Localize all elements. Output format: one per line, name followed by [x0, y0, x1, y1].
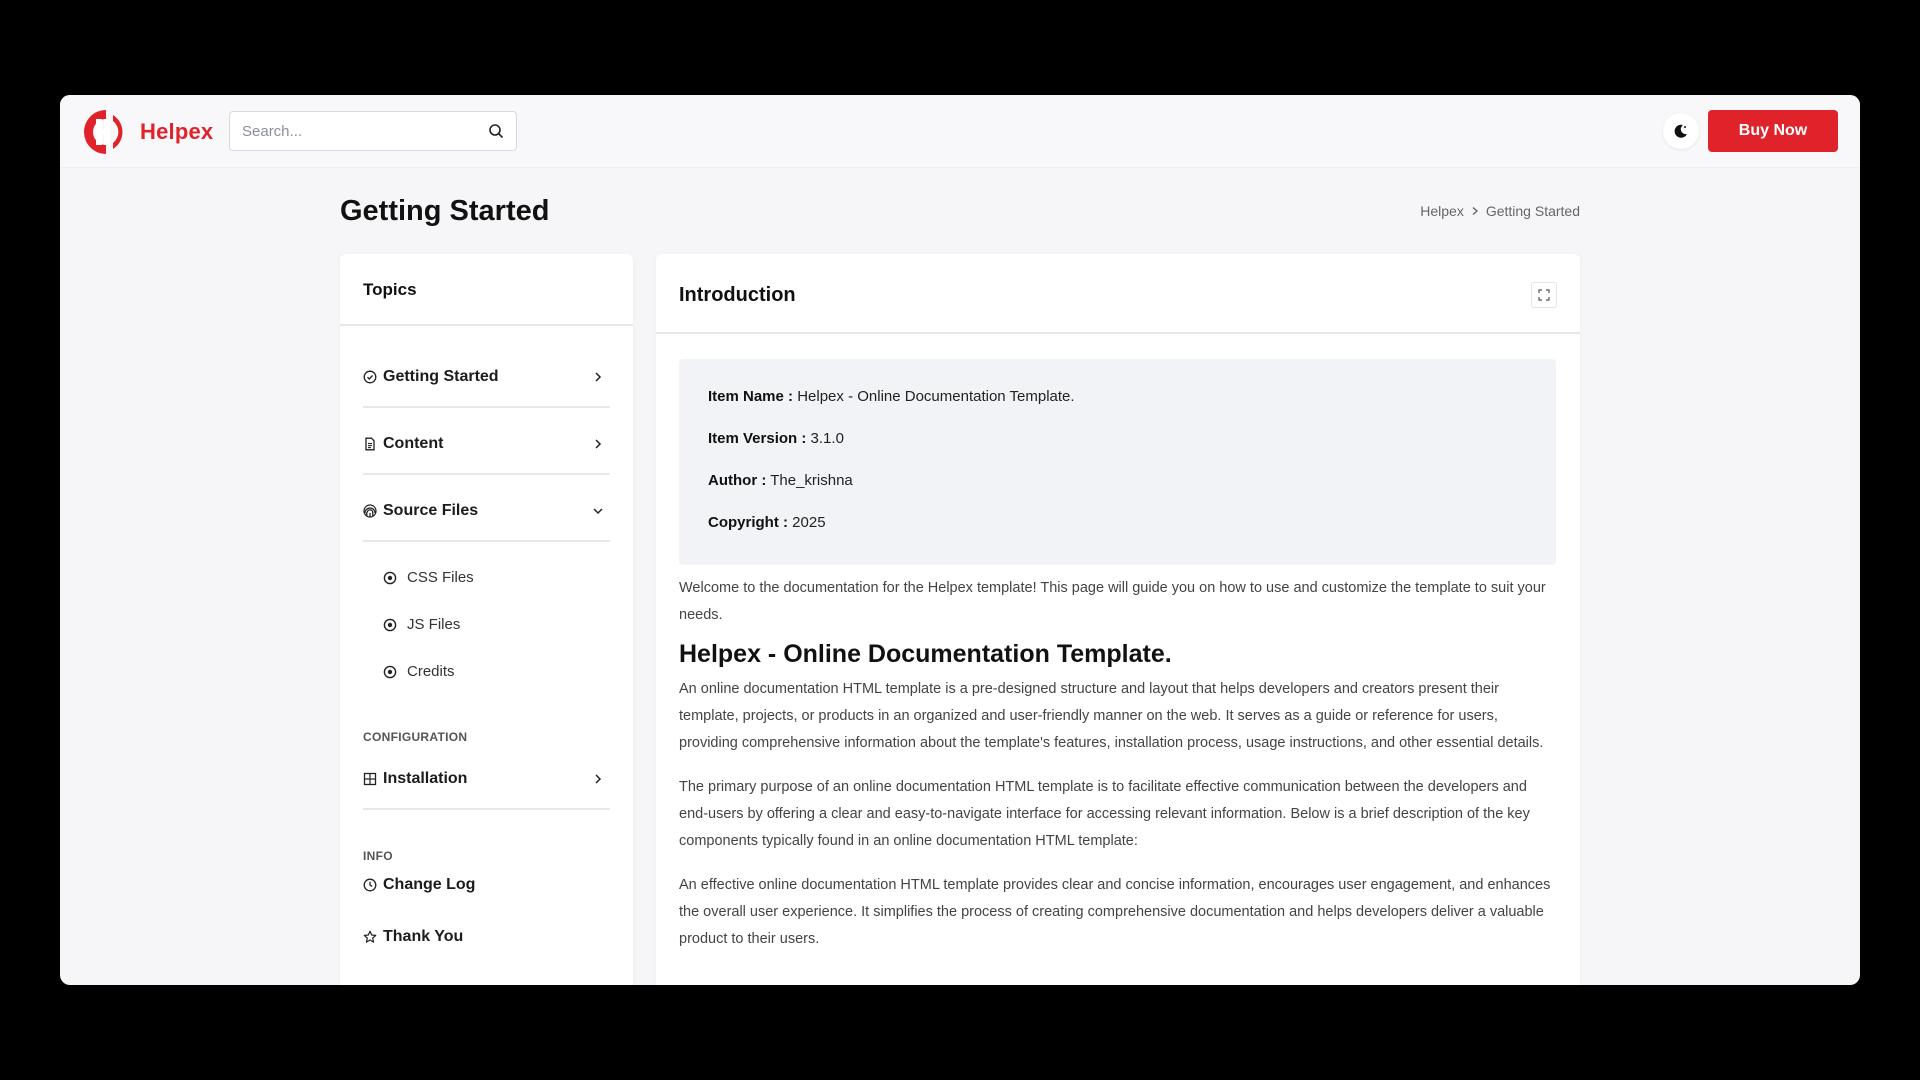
info-value: The_krishna	[770, 472, 853, 489]
info-value: Helpex - Online Documentation Template.	[797, 388, 1075, 405]
sidebar-item-label: Change Log	[383, 876, 476, 893]
info-label: Copyright :	[708, 514, 788, 531]
helpex-logo-icon	[84, 110, 123, 154]
sidebar-item-content[interactable]: Content	[363, 415, 610, 475]
info-item-version: Item Version : 3.1.0	[708, 430, 1527, 472]
radio-dot-icon	[383, 665, 397, 678]
star-icon	[363, 930, 377, 943]
page-title: Getting Started	[340, 195, 550, 227]
buy-now-button[interactable]: Buy Now	[1708, 110, 1838, 152]
info-author: Author : The_krishna	[708, 472, 1527, 514]
item-info-box: Item Name : Helpex - Online Documentatio…	[679, 359, 1556, 565]
chevron-right-icon	[595, 439, 602, 449]
grid-icon	[363, 772, 377, 786]
subitem-label: Credits	[407, 663, 455, 680]
brand-logo[interactable]: Helpex	[82, 107, 213, 157]
sidebar-item-label: Content	[383, 435, 444, 452]
article-paragraph: The primary purpose of an online documen…	[679, 779, 1530, 849]
brand-name: Helpex	[140, 119, 214, 144]
search-input[interactable]	[242, 122, 488, 140]
chevron-right-icon	[595, 774, 602, 784]
radio-dot-icon	[383, 571, 397, 584]
radio-dot-icon	[383, 618, 397, 631]
fullscreen-button[interactable]	[1531, 282, 1557, 308]
info-label: Item Version :	[708, 430, 807, 447]
sidebar-item-source-files[interactable]: Source Files	[363, 482, 610, 542]
chevron-right-icon	[595, 372, 602, 382]
expand-icon	[1538, 289, 1550, 301]
info-item-name: Item Name : Helpex - Online Documentatio…	[708, 388, 1527, 430]
sidebar-subitem-credits[interactable]: Credits	[383, 663, 455, 680]
sidebar-item-getting-started[interactable]: Getting Started	[363, 348, 610, 408]
sidebar-item-label: Getting Started	[383, 368, 499, 385]
clock-check-icon	[363, 370, 377, 384]
info-label: Item Name :	[708, 388, 794, 405]
welcome-paragraph: Welcome to the documentation for the Hel…	[679, 580, 1546, 623]
clock-icon	[363, 878, 377, 892]
sidebar-item-label: Source Files	[383, 502, 479, 519]
card-title: Introduction	[679, 284, 796, 306]
top-navbar: Helpex Buy Now	[60, 95, 1860, 168]
section-label-info: INFO	[363, 849, 393, 863]
sidebar-item-change-log[interactable]: Change Log	[363, 876, 475, 894]
subitem-label: JS Files	[407, 616, 461, 633]
app-window: Helpex Buy Now Getting Started Helpex Ge…	[60, 95, 1860, 985]
info-copyright: Copyright : 2025	[708, 514, 1527, 556]
sidebar-item-installation[interactable]: Installation	[363, 750, 610, 810]
sidebar-item-thank-you[interactable]: Thank You	[363, 928, 463, 946]
main-content-card: Introduction Item Name : Helpex - Online…	[656, 254, 1580, 985]
info-value: 3.1.0	[810, 430, 844, 447]
topics-sidebar: Topics Getting Started Content Source Fi…	[340, 254, 633, 985]
document-icon	[365, 437, 375, 451]
sidebar-item-label: Thank You	[383, 928, 464, 945]
article-heading: Helpex - Online Documentation Template.	[679, 640, 1172, 668]
moon-icon	[1674, 124, 1687, 138]
sidebar-subitem-css-files[interactable]: CSS Files	[383, 569, 474, 586]
fingerprint-icon	[363, 504, 377, 518]
section-label-configuration: CONFIGURATION	[363, 730, 468, 744]
search-icon[interactable]	[488, 123, 504, 139]
chevron-down-icon	[593, 508, 603, 515]
sidebar-item-label: Installation	[383, 770, 468, 787]
article-paragraph: An online documentation HTML template is…	[679, 681, 1544, 751]
breadcrumb-current: Getting Started	[1485, 203, 1580, 219]
sidebar-subitem-js-files[interactable]: JS Files	[383, 616, 460, 633]
card-header: Introduction	[656, 254, 1580, 334]
chevron-right-icon	[1472, 206, 1478, 216]
theme-toggle-button[interactable]	[1663, 113, 1699, 149]
subitem-label: CSS Files	[407, 569, 474, 586]
article-paragraph: An effective online documentation HTML t…	[679, 877, 1551, 947]
sidebar-title: Topics	[340, 254, 633, 326]
info-label: Author :	[708, 472, 767, 489]
breadcrumb-home-link[interactable]: Helpex	[1420, 203, 1464, 219]
info-value: 2025	[792, 514, 826, 531]
breadcrumb: Helpex Getting Started	[1420, 203, 1580, 219]
search-box	[229, 111, 517, 151]
article-body: Welcome to the documentation for the Hel…	[679, 575, 1556, 970]
